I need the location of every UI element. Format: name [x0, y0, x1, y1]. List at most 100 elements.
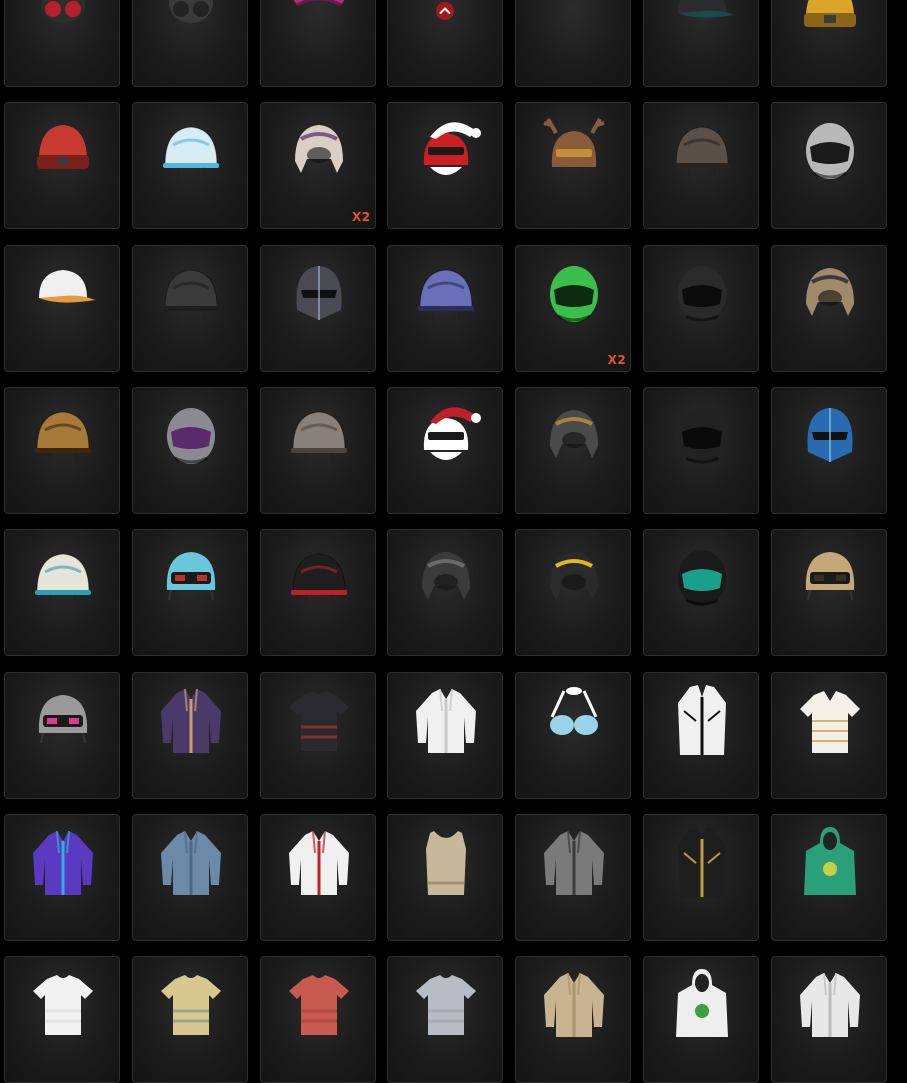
- teal-moto-helmet-icon: [678, 550, 726, 607]
- inventory-item-red-beanie[interactable]: [4, 102, 120, 230]
- yellow-beanie-icon: [803, 0, 856, 27]
- leopard-helmet-icon: [35, 411, 91, 463]
- yellow-flame-helmet-icon: [550, 552, 599, 601]
- inventory-item-pilot-helmet[interactable]: [387, 529, 504, 657]
- inventory-item-crop-top[interactable]: [259, 671, 376, 799]
- tank-top-icon: [426, 830, 467, 895]
- pilot-helmet-icon: [422, 552, 471, 601]
- hex-helmet-icon: [418, 269, 475, 320]
- inventory-item-white-tshirt[interactable]: [4, 956, 120, 1083]
- inventory-item-jester-helmet[interactable]: [387, 386, 504, 514]
- denim-shirt-icon: [160, 830, 221, 895]
- carbon-knight-helmet-icon: [296, 265, 342, 320]
- black-gold-coat-icon: [678, 826, 726, 897]
- inventory-item-aviator-goggles-helmet[interactable]: [770, 244, 887, 372]
- inventory-item-retro-open-face-helmet[interactable]: X2: [259, 102, 376, 230]
- inventory-item-gas-mask[interactable]: [4, 0, 120, 87]
- inventory-item-tank-top[interactable]: [387, 813, 504, 941]
- inventory-item-tan-level3-helmet[interactable]: [770, 529, 887, 657]
- inventory-item-ice-helmet[interactable]: [131, 102, 248, 230]
- inventory-item-pink-visor[interactable]: [259, 0, 376, 87]
- quantity-badge: X2: [607, 352, 627, 367]
- inventory-item-black-military-helmet[interactable]: [131, 244, 248, 372]
- inventory-item-yellow-flame-helmet[interactable]: [515, 529, 632, 657]
- inventory-item-striped-polo[interactable]: [770, 671, 887, 799]
- inventory-item-blue-bikini-top[interactable]: [515, 671, 632, 799]
- inventory-item-silver-moto-helmet[interactable]: [770, 102, 887, 230]
- holo-jacket-icon: [33, 830, 93, 895]
- black-moto-helmet-icon: [678, 265, 726, 322]
- retro-open-face-helmet-icon: [294, 125, 343, 174]
- silver-moto-helmet-icon: [805, 123, 854, 180]
- inventory-item-aviator-glasses[interactable]: [515, 0, 632, 87]
- bear-level3-helmet-icon: [38, 694, 88, 743]
- white-tshirt-icon: [33, 975, 93, 1036]
- inventory-item-santa-helmet[interactable]: [387, 102, 504, 230]
- inventory-item-black-gold-coat[interactable]: [643, 813, 759, 941]
- green-moto-helmet-icon: [550, 265, 599, 322]
- inventory-item-camo-helmet[interactable]: [259, 386, 376, 514]
- inventory-item-plaid-helmet[interactable]: [643, 102, 759, 230]
- white-greek-helmet-icon: [35, 553, 91, 605]
- white-blazer-icon: [799, 973, 860, 1038]
- baseball-cap-icon: [39, 269, 95, 303]
- racing-jacket-icon: [288, 830, 349, 895]
- inventory-item-striped-tshirt[interactable]: [131, 956, 248, 1083]
- bandana-mask-icon: [168, 0, 213, 23]
- ice-helmet-icon: [162, 126, 219, 178]
- white-hoodie-icon: [676, 969, 728, 1038]
- purple-visor-moto-icon: [166, 407, 215, 464]
- red-tshirt-icon: [288, 975, 349, 1036]
- purple-bomber-jacket-icon: [160, 688, 221, 753]
- tan-sweater-icon: [544, 973, 605, 1038]
- scroll-up-button[interactable]: [433, 0, 457, 22]
- inventory-item-green-moto-helmet[interactable]: X2: [515, 244, 632, 372]
- matte-black-moto-icon: [678, 407, 726, 464]
- inventory-item-black-moto-helmet[interactable]: [643, 244, 759, 372]
- inventory-item-white-hoodie[interactable]: [643, 956, 759, 1083]
- rock-helmet-icon: [290, 553, 347, 605]
- inventory-item-purple-visor-moto[interactable]: [131, 386, 248, 514]
- inventory-item-blue-samurai-helmet[interactable]: [770, 386, 887, 514]
- inventory-item-teal-moto-helmet[interactable]: [643, 529, 759, 657]
- gray-tshirt-icon: [416, 975, 477, 1036]
- cyan-level3-helmet-icon: [166, 552, 215, 601]
- inventory-item-red-tshirt[interactable]: [259, 956, 376, 1083]
- inventory-item-gray-leather-jacket[interactable]: [515, 813, 632, 941]
- inventory-item-white-blazer[interactable]: [770, 956, 887, 1083]
- inventory-item-cyan-level3-helmet[interactable]: [131, 529, 248, 657]
- inventory-item-bear-level3-helmet[interactable]: [4, 671, 120, 799]
- inventory-item-matte-black-moto[interactable]: [643, 386, 759, 514]
- inventory-item-rock-helmet[interactable]: [259, 529, 376, 657]
- zebra-coat-icon: [678, 684, 726, 755]
- inventory-item-leopard-helmet[interactable]: [4, 386, 120, 514]
- red-beanie-icon: [37, 125, 89, 170]
- inventory-item-purple-bomber-jacket[interactable]: [131, 671, 248, 799]
- inventory-item-reindeer-helmet[interactable]: [515, 102, 632, 230]
- striped-tshirt-icon: [160, 975, 221, 1036]
- quantity-badge: X2: [351, 210, 371, 225]
- inventory-item-black-cap[interactable]: [643, 0, 759, 87]
- aviator-glasses-icon: [534, 0, 614, 49]
- inventory-item-white-greek-helmet[interactable]: [4, 529, 120, 657]
- crop-top-icon: [288, 690, 349, 751]
- inventory-item-frog-raincoat[interactable]: [770, 813, 887, 941]
- santa-helmet-icon: [424, 122, 482, 176]
- aviator-goggles-helmet-icon: [805, 267, 854, 316]
- inventory-item-hex-helmet[interactable]: [387, 244, 504, 372]
- inventory-item-racing-jacket[interactable]: [259, 813, 376, 941]
- inventory-item-gray-tshirt[interactable]: [387, 956, 504, 1083]
- inventory-item-bandana-mask[interactable]: [131, 0, 248, 87]
- inventory-item-bronze-open-helmet[interactable]: [515, 386, 632, 514]
- tan-level3-helmet-icon: [805, 552, 854, 601]
- inventory-item-carbon-knight-helmet[interactable]: [259, 244, 376, 372]
- inventory-item-zebra-coat[interactable]: [643, 671, 759, 799]
- inventory-item-denim-shirt[interactable]: [131, 813, 248, 941]
- gray-leather-jacket-icon: [544, 830, 605, 895]
- inventory-item-tan-sweater[interactable]: [515, 956, 632, 1083]
- inventory-item-baseball-cap[interactable]: [4, 244, 120, 372]
- inventory-item-yellow-beanie[interactable]: [770, 0, 887, 87]
- bronze-open-helmet-icon: [550, 409, 599, 458]
- inventory-item-white-jacket[interactable]: [387, 671, 504, 799]
- inventory-item-holo-jacket[interactable]: [4, 813, 120, 941]
